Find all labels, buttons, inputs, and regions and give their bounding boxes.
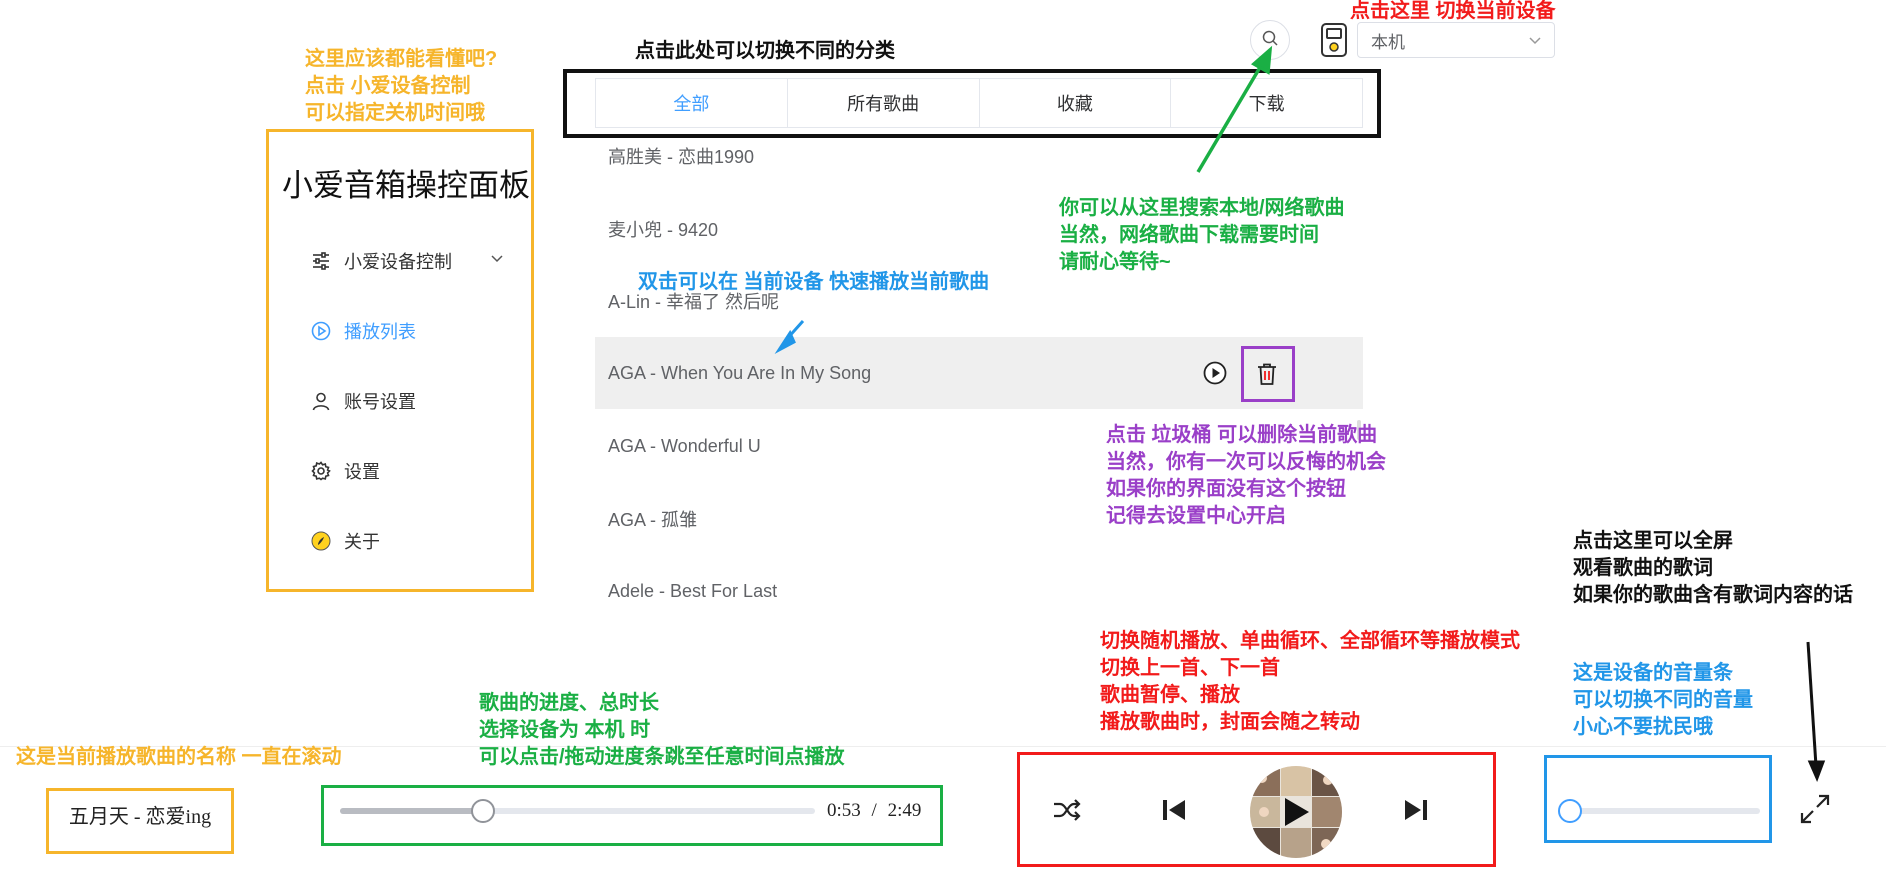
arrow-doubleclick — [774, 319, 805, 355]
arrow-device — [1196, 45, 1273, 173]
annotation-arrows — [774, 45, 1826, 782]
arrow-fullscreen — [1806, 641, 1826, 782]
